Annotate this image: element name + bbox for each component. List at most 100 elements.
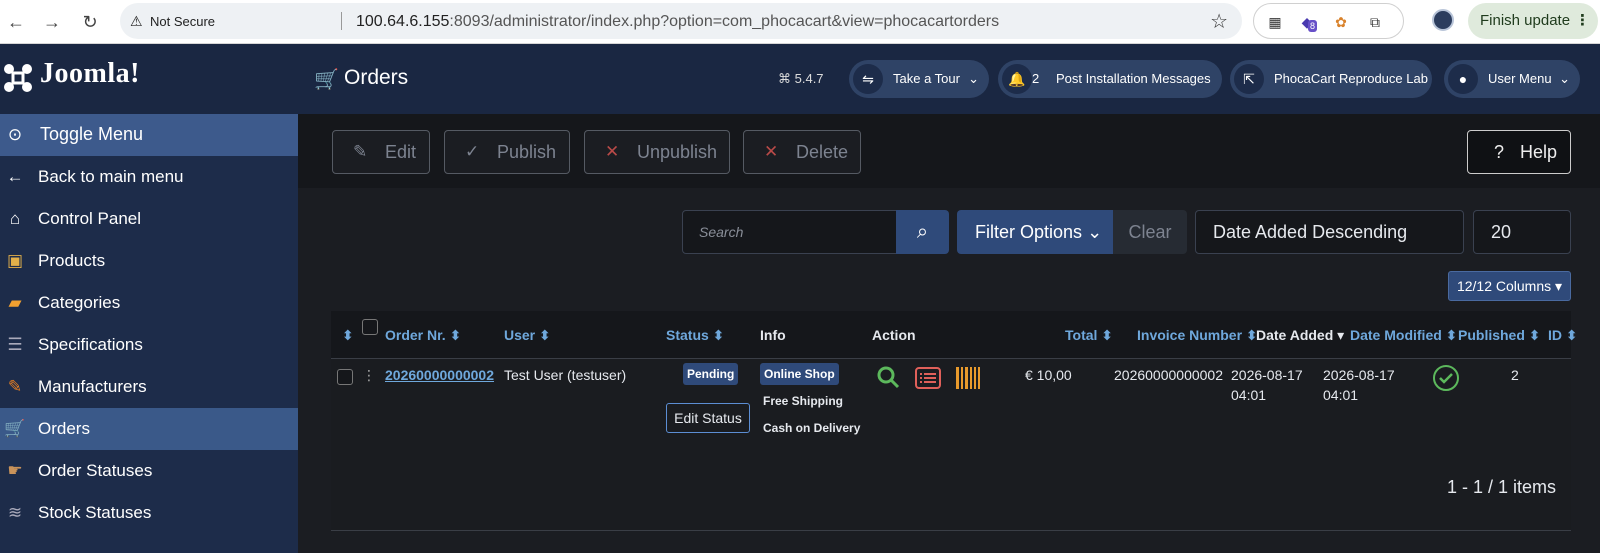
help-button[interactable]: ? Help [1467, 130, 1571, 174]
date-modified-time: 04:01 [1323, 387, 1359, 403]
edit-button[interactable]: ✎ Edit [332, 130, 430, 174]
sidebar-item-categories[interactable]: ▰ Categories [0, 282, 298, 324]
sidebar-item-specifications[interactable]: ☰ Specifications [0, 324, 298, 366]
column-user[interactable]: User ⬍ [504, 327, 551, 344]
page-title: Orders [344, 66, 409, 89]
sidebar-item-back[interactable]: ← Back to main menu [0, 156, 298, 198]
table-header: ⬍ Order Nr. ⬍ User ⬍ Status ⬍ Info Actio… [331, 311, 1578, 359]
sidebar-item-manufacturers[interactable]: ✎ Manufacturers [0, 366, 298, 408]
back-arrow-icon[interactable]: ← [2, 8, 30, 36]
sidebar-item-stock-statuses[interactable]: ≋ Stock Statuses [0, 492, 298, 534]
joomla-logo-text: Joomla! [40, 58, 140, 89]
take-tour-button[interactable]: ⇋ Take a Tour ⌄ [849, 60, 989, 98]
clear-button[interactable]: Clear [1113, 210, 1187, 254]
hand-icon: ☛ [7, 461, 23, 480]
qr-extension-icon[interactable]: ▦ [1264, 11, 1286, 33]
archive-box-icon: ▣ [6, 251, 24, 270]
column-total[interactable]: Total ⬍ [1065, 327, 1113, 344]
sidebar-item-label: Categories [38, 293, 121, 312]
column-date-added[interactable]: Date Added ▾ [1256, 327, 1344, 344]
action-toolbar: ✎ Edit ✓ Publish ✕ Unpublish ✕ Delete [298, 114, 1600, 188]
info-payment: Cash on Delivery [763, 421, 861, 435]
sidebar-item-label: Stock Statuses [38, 503, 152, 522]
columns-dropdown[interactable]: 12/12 Columns ▾ [1448, 271, 1571, 301]
profile-avatar[interactable] [1432, 9, 1454, 31]
sidebar-item-control-panel[interactable]: ⌂ Control Panel [0, 198, 298, 240]
filter-options-button[interactable]: Filter Options ⌄ [957, 210, 1113, 254]
column-info: Info [760, 327, 786, 343]
sidebar-item-label: Manufacturers [38, 377, 147, 396]
cart-icon: 🛒 [4, 419, 26, 438]
sidebar-item-label: Orders [38, 419, 90, 438]
cookie-extension-icon[interactable]: ✿ [1330, 11, 1352, 33]
edit-status-button[interactable]: Edit Status [666, 403, 750, 433]
limit-select[interactable]: 20 [1473, 210, 1571, 254]
pagination-count: 1 - 1 / 1 items [1447, 477, 1557, 497]
column-order-nr[interactable]: Order Nr. ⬍ [385, 327, 461, 344]
barcode-icon[interactable] [956, 367, 980, 389]
notification-count: 2 [1032, 71, 1040, 86]
kebab-menu-icon[interactable]: ⋮ [1575, 3, 1590, 39]
ordering-select[interactable]: Date Added Descending [1195, 210, 1464, 254]
unpublish-button[interactable]: ✕ Unpublish [584, 130, 730, 174]
status-badge: Pending [683, 363, 739, 385]
info-shop-badge: Online Shop [760, 363, 839, 385]
search-field[interactable] [682, 210, 897, 254]
row-checkbox[interactable] [337, 369, 353, 385]
bell-icon: 🔔 [1002, 64, 1032, 94]
select-all-checkbox[interactable] [362, 319, 378, 335]
column-invoice-number[interactable]: Invoice Number ⬍ [1137, 327, 1258, 344]
published-check-icon[interactable] [1432, 364, 1460, 392]
wrench-icon: ✎ [7, 377, 23, 396]
joomla-brand[interactable]: Joomla! [0, 44, 298, 114]
view-magnifier-icon[interactable] [876, 365, 900, 389]
post-installation-messages-button[interactable]: 🔔 2 Post Installation Messages [998, 60, 1222, 98]
search-input[interactable] [683, 211, 896, 253]
arrow-left-icon: ← [6, 167, 24, 186]
user-menu-button[interactable]: ● User Menu ⌄ [1444, 60, 1580, 98]
url-text[interactable]: 100.64.6.155:8093/administrator/index.ph… [356, 13, 999, 31]
finish-update-button[interactable]: Finish update ⋮ [1468, 3, 1598, 39]
bookmark-star-icon[interactable]: ☆ [1210, 9, 1228, 34]
publish-button[interactable]: ✓ Publish [444, 130, 570, 174]
chevron-down-icon: ⌄ [1559, 71, 1570, 86]
column-id[interactable]: ID ⬍ [1548, 327, 1578, 344]
sidebar: Joomla! ⊙ Toggle Menu ← Back to main men… [0, 44, 298, 553]
browser-toolbar: ← → ↻ ⚠ Not Secure 100.64.6.155:8093/adm… [0, 0, 1600, 44]
extensions-group: ▦ ◆ 8 ✿ ⧉ [1253, 3, 1404, 39]
x-icon: ✕ [764, 142, 779, 161]
sidebar-item-label: Specifications [38, 335, 143, 354]
order-number-link[interactable]: 20260000000002 [385, 367, 494, 383]
drag-handle-icon[interactable]: ⋮ [362, 367, 376, 384]
sidebar-item-order-statuses[interactable]: ☛ Order Statuses [0, 450, 298, 492]
sidebar-item-label: Control Panel [38, 209, 142, 228]
sidebar-item-label: Products [38, 251, 106, 270]
column-status[interactable]: Status ⬍ [666, 327, 724, 344]
security-label[interactable]: Not Secure [150, 14, 215, 29]
forward-arrow-icon[interactable]: → [38, 8, 66, 36]
toggle-switch-icon: ⊙ [7, 125, 23, 144]
home-icon: ⌂ [9, 209, 21, 228]
table-body: ⋮ 20260000000002 Test User (testuser) Pe… [331, 359, 1571, 531]
puzzle-extensions-icon[interactable]: ⧉ [1364, 11, 1386, 33]
delete-button[interactable]: ✕ Delete [743, 130, 861, 174]
sliders-icon: ☰ [7, 335, 23, 354]
search-button[interactable]: ⌕ [896, 210, 949, 254]
external-link-icon: ⇱ [1234, 64, 1264, 94]
address-bar[interactable]: ⚠ Not Secure 100.64.6.155:8093/administr… [120, 3, 1242, 39]
invoice-list-icon[interactable] [915, 367, 941, 389]
cart-icon: 🛒 [314, 69, 339, 91]
vpn-extension-icon[interactable]: ◆ 8 [1296, 11, 1318, 33]
signpost-icon: ⇋ [853, 64, 883, 94]
chevron-down-icon: ⌄ [1087, 222, 1103, 242]
reload-icon[interactable]: ↻ [76, 8, 104, 36]
column-published[interactable]: Published ⬍ [1458, 327, 1541, 344]
column-date-modified[interactable]: Date Modified ⬍ [1350, 327, 1457, 344]
site-link-button[interactable]: ⇱ PhocaCart Reproduce Lab [1230, 60, 1432, 98]
sidebar-item-label: Back to main menu [38, 167, 184, 186]
sidebar-item-orders[interactable]: 🛒 Orders [0, 408, 298, 450]
toggle-menu-button[interactable]: ⊙ Toggle Menu [0, 114, 298, 156]
sidebar-item-products[interactable]: ▣ Products [0, 240, 298, 282]
joomla-logo-icon [4, 64, 32, 92]
sort-icon[interactable]: ⬍ [342, 327, 354, 344]
